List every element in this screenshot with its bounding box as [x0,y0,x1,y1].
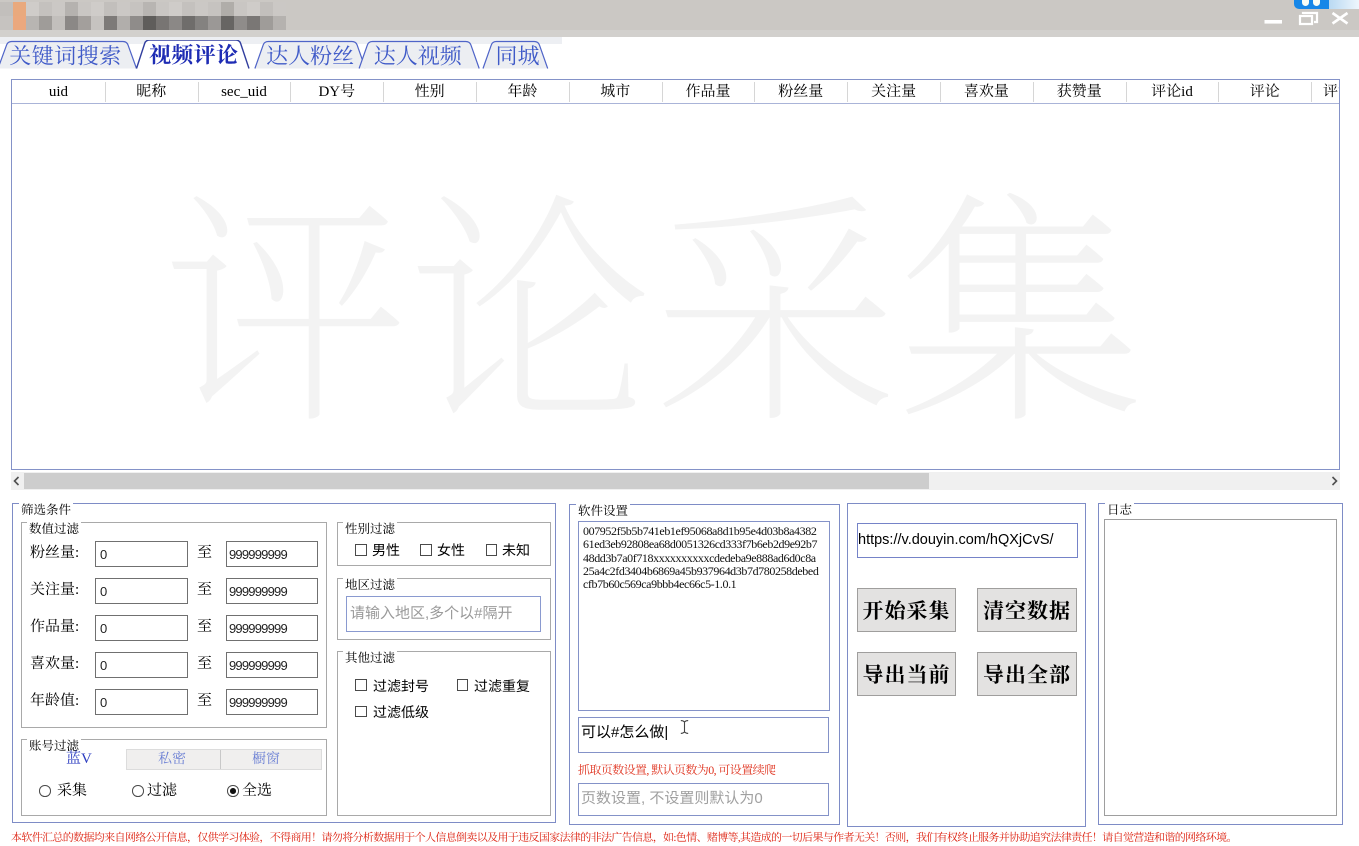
svg-text:关键词搜索: 关键词搜索 [9,43,122,68]
svg-text:达人视频: 达人视频 [374,43,463,68]
svg-text:达人粉丝: 达人粉丝 [266,43,354,68]
svg-text:同城: 同城 [496,43,540,68]
svg-text:视频评论: 视频评论 [149,43,238,68]
